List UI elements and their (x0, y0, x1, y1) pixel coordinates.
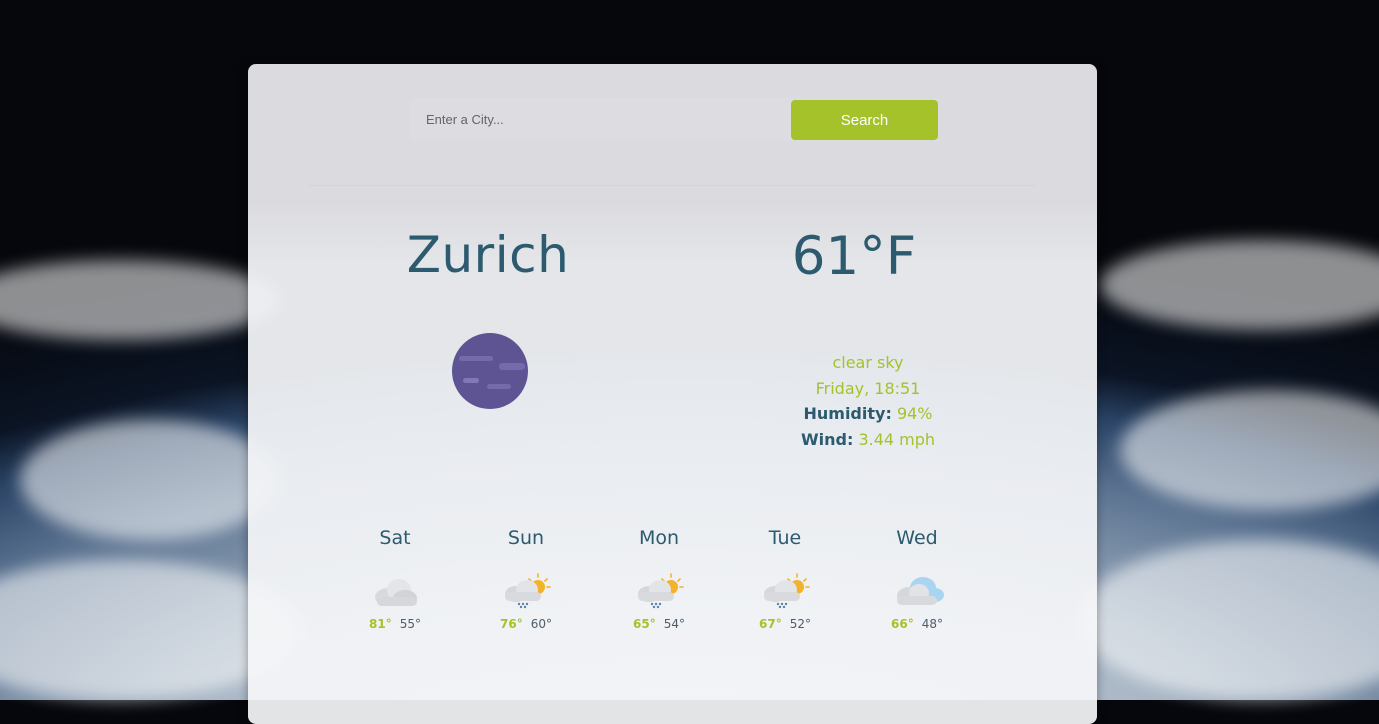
city-search-input[interactable] (410, 98, 806, 141)
forecast-temps: 65° 54° (619, 617, 699, 631)
forecast-day-name: Tue (768, 527, 802, 549)
cloudy-icon (375, 579, 417, 606)
sun-rain-cloud-icon (638, 573, 684, 609)
humidity-label: Humidity: (803, 404, 892, 423)
forecast-day: Wed 66° 48° (877, 527, 957, 631)
forecast-high: 65° (633, 617, 656, 631)
wind-row: Wind: 3.44 mph (768, 427, 968, 453)
weather-description: clear sky (832, 353, 904, 372)
sun-rain-cloud-icon (505, 573, 551, 609)
divider (308, 185, 1036, 186)
forecast-day-name: Wed (896, 527, 938, 549)
forecast-high: 81° (369, 617, 392, 631)
forecast-day: Tue 67° 52° (745, 527, 825, 631)
forecast-low: 60° (530, 617, 552, 631)
forecast-temps: 76° 60° (486, 617, 566, 631)
forecast-day: Sun 76° 60° (486, 527, 566, 631)
sun-rain-cloud-icon (764, 573, 810, 609)
forecast-day-name: Mon (638, 527, 680, 549)
forecast-high: 66° (891, 617, 914, 631)
blue-cloud-icon (897, 577, 944, 605)
forecast-day: Sat 81° 55° (355, 527, 435, 631)
night-clear-moon-icon (452, 333, 528, 409)
forecast-low: 48° (921, 617, 943, 631)
forecast-high: 76° (500, 617, 523, 631)
forecast-low: 52° (789, 617, 811, 631)
forecast-day-name: Sun (507, 527, 545, 549)
current-temperature: 61°F (791, 226, 917, 287)
wind-label: Wind: (800, 429, 854, 449)
forecast-temps: 67° 52° (745, 617, 825, 631)
weather-card: Search Zurich 61°F clear sky Friday, 18:… (248, 64, 1097, 724)
forecast-low: 55° (399, 617, 421, 631)
search-button[interactable]: Search (791, 100, 938, 140)
weather-details: clear sky Friday, 18:51 Humidity: 94% Wi… (768, 350, 968, 452)
forecast-low: 54° (663, 617, 685, 631)
date-time: Friday, 18:51 (815, 378, 921, 398)
forecast-day-name: Sat (379, 527, 411, 549)
forecast-temps: 81° 55° (355, 617, 435, 631)
forecast-day: Mon 65° 54° (619, 527, 699, 631)
forecast-temps: 66° 48° (877, 617, 957, 631)
city-name: Zurich (406, 226, 570, 284)
humidity-value: 94% (896, 404, 933, 423)
forecast-high: 67° (759, 617, 782, 631)
humidity-row: Humidity: 94% (768, 401, 968, 427)
wind-value: 3.44 mph (858, 429, 936, 449)
